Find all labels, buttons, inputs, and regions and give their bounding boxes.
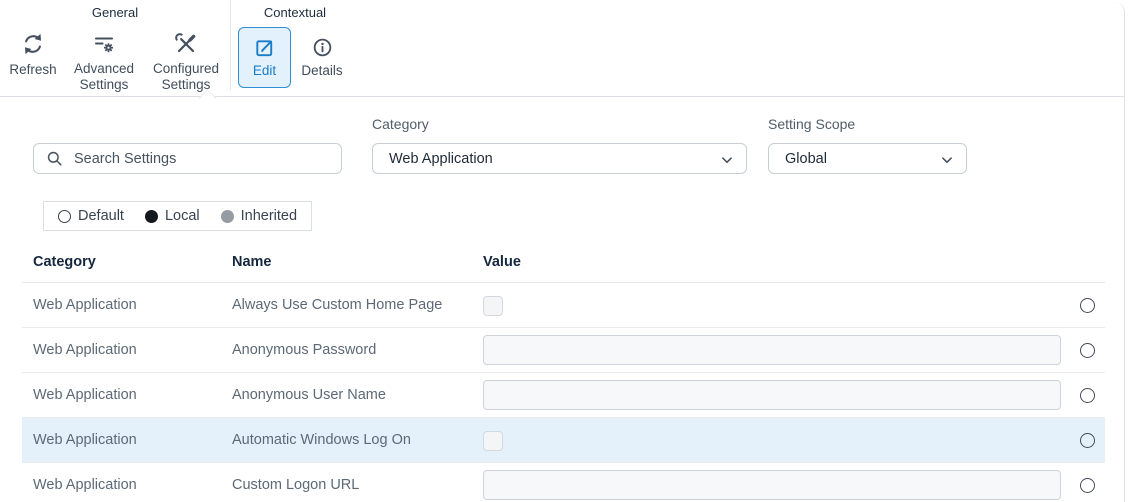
- row-category: Web Application: [33, 342, 137, 358]
- column-header-value: Value: [483, 254, 521, 270]
- ribbon-group-general-title: General: [91, 5, 139, 20]
- setting-scope-select-value: Global: [785, 150, 827, 167]
- value-input[interactable]: [483, 380, 1061, 410]
- row-category: Web Application: [33, 297, 137, 313]
- table-row[interactable]: Web Application Anonymous Password: [22, 328, 1105, 373]
- details-button[interactable]: Details: [293, 27, 351, 88]
- advanced-settings-button[interactable]: Advanced Settings: [64, 32, 144, 93]
- default-marker-icon: [58, 209, 71, 223]
- row-name: Automatic Windows Log On: [232, 432, 411, 448]
- value-input[interactable]: [483, 335, 1061, 365]
- ribbon-group-contextual-title: Contextual: [263, 5, 327, 20]
- settings-page: General Contextual Refresh Advanced Sett…: [0, 0, 1131, 502]
- row-category: Web Application: [33, 387, 137, 403]
- refresh-button-label: Refresh: [9, 62, 57, 77]
- configured-settings-icon: [175, 33, 196, 53]
- inherited-marker-icon: [220, 209, 234, 223]
- edit-button[interactable]: Edit: [238, 27, 291, 88]
- column-header-category: Category: [33, 254, 96, 270]
- row-category: Web Application: [33, 477, 137, 493]
- details-icon: [313, 38, 331, 57]
- table-row[interactable]: Web Application Anonymous User Name: [22, 373, 1105, 418]
- setting-scope-select[interactable]: Global: [768, 143, 967, 174]
- refresh-icon: [24, 33, 42, 55]
- edit-icon: [256, 40, 273, 57]
- row-name: Always Use Custom Home Page: [232, 297, 443, 313]
- edit-button-label: Edit: [252, 63, 277, 79]
- row-name: Anonymous Password: [232, 342, 377, 358]
- row-category: Web Application: [33, 432, 137, 448]
- chevron-down-icon: [722, 157, 732, 164]
- row-state-radio[interactable]: [1080, 298, 1095, 313]
- row-state-radio[interactable]: [1080, 388, 1095, 403]
- legend-item-inherited: Inherited: [220, 208, 298, 224]
- refresh-button[interactable]: Refresh: [2, 31, 64, 78]
- category-select-value: Web Application: [389, 150, 493, 167]
- state-legend: Default Local Inherited: [43, 201, 313, 231]
- row-state-radio[interactable]: [1080, 343, 1095, 358]
- value-checkbox[interactable]: [483, 431, 503, 451]
- row-state-radio[interactable]: [1080, 433, 1095, 448]
- local-marker-icon: [144, 209, 158, 223]
- configured-settings-button[interactable]: Configured Settings: [142, 32, 230, 93]
- chevron-down-icon: [942, 157, 952, 164]
- category-select[interactable]: Web Application: [372, 143, 747, 174]
- category-label: Category: [372, 116, 429, 132]
- details-button-label: Details: [301, 63, 343, 79]
- column-header-name: Name: [232, 254, 272, 270]
- setting-scope-label: Setting Scope: [768, 116, 856, 132]
- ribbon-group-divider: [230, 0, 231, 90]
- row-state-radio[interactable]: [1080, 478, 1095, 493]
- value-checkbox[interactable]: [483, 296, 503, 316]
- advanced-settings-icon: [94, 37, 114, 53]
- table-row[interactable]: Web Application Custom Logon URL: [22, 463, 1105, 502]
- legend-label-inherited: Inherited: [240, 208, 298, 224]
- legend-label-local: Local: [164, 208, 200, 224]
- legend-label-default: Default: [78, 208, 124, 224]
- legend-item-local: Local: [144, 208, 200, 224]
- search-icon: [47, 151, 62, 166]
- table-row[interactable]: Web Application Automatic Windows Log On: [22, 418, 1105, 463]
- search-settings-box: [33, 143, 342, 174]
- ribbon-toolbar: General Contextual Refresh Advanced Sett…: [0, 0, 1125, 97]
- legend-item-default: Default: [58, 208, 124, 224]
- settings-table-header: Category Name Value: [22, 250, 1105, 283]
- value-input[interactable]: [483, 470, 1061, 500]
- row-name: Custom Logon URL: [232, 477, 360, 493]
- search-settings-input[interactable]: [33, 143, 342, 174]
- advanced-settings-button-label: Advanced Settings: [73, 61, 135, 92]
- row-name: Anonymous User Name: [232, 387, 386, 403]
- table-row[interactable]: Web Application Always Use Custom Home P…: [22, 283, 1105, 328]
- configured-settings-button-label: Configured Settings: [152, 61, 220, 92]
